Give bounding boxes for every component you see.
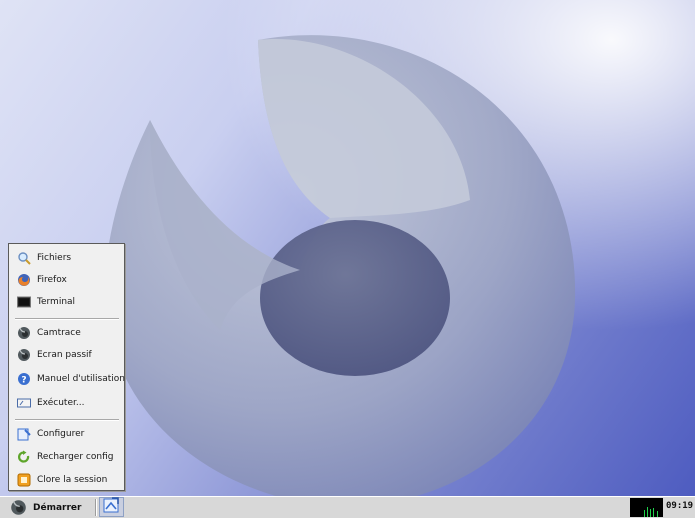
menu-item-label: Camtrace (37, 328, 81, 338)
menu-item-firefox[interactable]: Firefox (11, 270, 123, 290)
menu-item-label: Manuel d'utilisation (37, 374, 125, 384)
menu-item-configurer[interactable]: Configurer (11, 424, 123, 444)
terminal-icon (17, 295, 31, 309)
cpu-monitor (630, 498, 663, 517)
menu-separator (15, 318, 119, 320)
camtrace-icon (17, 326, 31, 340)
menu-item-label: Terminal (37, 297, 76, 307)
camtrace-icon (17, 348, 31, 362)
menu-item-recharger[interactable]: Recharger config (11, 447, 123, 467)
menu-item-label: Configurer (37, 429, 85, 439)
taskbar-separator (95, 499, 97, 516)
reload-icon (17, 450, 31, 464)
clock[interactable]: 09:19 (666, 501, 693, 511)
magnifier-icon (17, 251, 31, 265)
svg-text:?: ? (21, 376, 26, 386)
camtrace-icon (10, 499, 27, 516)
menu-item-label: Exécuter... (37, 398, 85, 408)
start-button-label: Démarrer (33, 502, 82, 513)
start-button[interactable]: Démarrer (8, 498, 93, 517)
menu-item-terminal[interactable]: Terminal (11, 292, 123, 312)
menu-item-label: Clore la session (37, 475, 108, 485)
menu-item-ecran-passif[interactable]: Ecran passif (11, 345, 123, 365)
firefox-icon (17, 273, 31, 287)
taskbar: Démarrer 09:19 (0, 496, 695, 518)
run-icon (17, 396, 31, 410)
logout-icon (17, 473, 31, 487)
show-desktop-icon (103, 496, 120, 518)
menu-item-camtrace[interactable]: Camtrace (11, 323, 123, 343)
menu-item-label: Fichiers (37, 253, 72, 263)
menu-item-label: Firefox (37, 275, 67, 285)
menu-item-manuel[interactable]: ? Manuel d'utilisation (11, 369, 125, 389)
start-menu: Fichiers Firefox Terminal Camtrace Ecran… (8, 243, 125, 491)
menu-item-fichiers[interactable]: Fichiers (11, 248, 123, 268)
menu-separator (15, 419, 119, 421)
help-icon: ? (17, 372, 31, 386)
configure-icon (17, 427, 31, 441)
menu-item-label: Ecran passif (37, 350, 92, 360)
menu-item-label: Recharger config (37, 452, 114, 462)
menu-item-executer[interactable]: Exécuter... (11, 393, 123, 413)
menu-item-clore[interactable]: Clore la session (11, 470, 123, 490)
quick-launch-button[interactable] (99, 496, 124, 518)
